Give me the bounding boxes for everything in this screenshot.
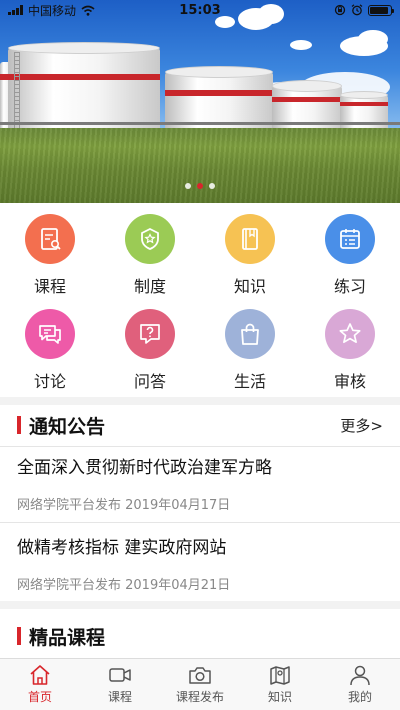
map-icon xyxy=(270,666,290,685)
status-bar: 中国移动 15:03 xyxy=(0,0,400,20)
menu-label: 知识 xyxy=(233,277,266,296)
home-icon xyxy=(30,665,50,685)
carousel-dot-active[interactable] xyxy=(197,183,203,189)
menu-label: 问答 xyxy=(133,372,166,391)
notice-item[interactable]: 全面深入贯彻新时代政治建军方略 网络学院平台发布 2019年04月17日 xyxy=(0,456,400,513)
section-title: 通知公告 xyxy=(29,415,106,438)
knowledge-icon xyxy=(225,214,275,264)
menu-item-course[interactable]: 课程 xyxy=(0,210,100,305)
notice-section-header: 通知公告 更多> xyxy=(0,403,400,447)
tab-label: 课程发布 xyxy=(175,690,224,704)
menu-label: 课程 xyxy=(33,277,66,296)
alarm-icon xyxy=(351,4,363,16)
rotation-lock-icon xyxy=(334,4,346,16)
qa-icon xyxy=(125,309,175,359)
menu-item-knowledge[interactable]: 知识 xyxy=(200,210,300,305)
video-icon xyxy=(109,668,131,682)
tab-mine[interactable]: 我的 xyxy=(320,659,400,710)
tab-knowledge[interactable]: 知识 xyxy=(240,659,320,710)
battery-icon xyxy=(368,4,394,16)
carousel-dot[interactable] xyxy=(209,183,215,189)
more-link[interactable]: 更多> xyxy=(340,415,383,436)
camera-icon xyxy=(189,667,211,684)
section-accent-bar xyxy=(17,416,21,434)
menu-item-system[interactable]: 制度 xyxy=(100,210,200,305)
wifi-icon xyxy=(81,5,95,16)
carousel-dots xyxy=(0,183,400,189)
notice-title: 做精考核指标 建实政府网站 xyxy=(17,538,227,558)
notice-title: 全面深入贯彻新时代政治建军方略 xyxy=(17,458,272,478)
notice-meta: 网络学院平台发布 2019年04月17日 xyxy=(17,498,231,513)
oil-tank xyxy=(165,66,273,128)
section-gap xyxy=(0,601,400,609)
system-icon xyxy=(125,214,175,264)
oil-tank xyxy=(8,42,160,128)
menu-item-life[interactable]: 生活 xyxy=(200,305,300,395)
tab-course-publish[interactable]: 课程发布 xyxy=(160,659,240,710)
course-icon xyxy=(25,214,75,264)
cloud xyxy=(358,30,388,48)
discussion-icon xyxy=(25,309,75,359)
notice-meta: 网络学院平台发布 2019年04月21日 xyxy=(17,578,231,593)
carrier-name: 中国移动 xyxy=(28,3,77,18)
cloud xyxy=(290,40,312,50)
pipeline xyxy=(0,122,400,125)
grass-field xyxy=(0,128,400,203)
menu-item-review[interactable]: 审核 xyxy=(300,305,400,395)
tab-course[interactable]: 课程 xyxy=(80,659,160,710)
function-menu: 课程 制度 知识 练习 讨论 问答 生活 审核 xyxy=(0,210,400,395)
practice-icon xyxy=(325,214,375,264)
menu-item-practice[interactable]: 练习 xyxy=(300,210,400,305)
review-icon xyxy=(325,309,375,359)
menu-label: 讨论 xyxy=(33,372,66,391)
section-title: 精品课程 xyxy=(29,626,106,649)
bottom-tab-bar: 首页 课程 课程发布 知识 我的 xyxy=(0,658,400,710)
notice-item[interactable]: 做精考核指标 建实政府网站 网络学院平台发布 2019年04月21日 xyxy=(0,536,400,593)
banner-carousel[interactable] xyxy=(0,0,400,203)
section-accent-bar xyxy=(17,627,21,645)
divider xyxy=(0,522,400,523)
tab-label: 我的 xyxy=(347,690,372,704)
life-icon xyxy=(225,309,275,359)
signal-icon xyxy=(8,5,23,15)
menu-label: 审核 xyxy=(333,372,366,391)
carousel-dot[interactable] xyxy=(185,183,191,189)
tab-label: 课程 xyxy=(107,690,132,704)
tab-label: 首页 xyxy=(27,690,52,704)
tab-home[interactable]: 首页 xyxy=(0,659,80,710)
divider xyxy=(0,446,400,447)
menu-item-qa[interactable]: 问答 xyxy=(100,305,200,395)
menu-label: 制度 xyxy=(133,277,166,296)
menu-label: 生活 xyxy=(233,372,266,391)
tab-label: 知识 xyxy=(267,690,292,704)
course-section-header: 精品课程 xyxy=(0,614,400,658)
menu-item-discussion[interactable]: 讨论 xyxy=(0,305,100,395)
battery-fill xyxy=(370,6,388,14)
user-icon xyxy=(350,665,370,686)
menu-label: 练习 xyxy=(333,277,366,296)
